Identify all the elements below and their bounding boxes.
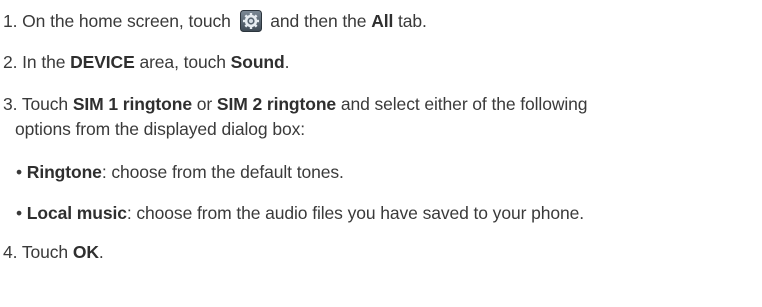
device-area-label: DEVICE <box>70 52 135 72</box>
settings-icon <box>239 10 262 32</box>
ok-button-label: OK <box>72 242 99 262</box>
step-2-prefix: 2. In the <box>3 52 66 72</box>
step-2: 2. In the DEVICE area, touch Sound. <box>3 51 289 73</box>
step-3-continuation: options from the displayed dialog box: <box>15 118 305 140</box>
local-music-label: Local music <box>26 203 127 223</box>
ringtone-label: Ringtone <box>26 162 102 182</box>
bullet-marker: • <box>16 162 23 182</box>
step-3: 3. Touch SIM 1 ringtone or SIM 2 rington… <box>3 93 588 115</box>
bullet-marker: • <box>16 203 23 223</box>
step-1-prefix: 1. On the home screen, touch <box>3 11 231 31</box>
sim2-ringtone-label: SIM 2 ringtone <box>216 94 337 114</box>
bullet-local-music: • Local music: choose from the audio fil… <box>16 202 584 224</box>
step-4: 4. Touch OK. <box>3 241 104 263</box>
step-3-continuation-text: options from the displayed dialog box: <box>15 119 305 139</box>
step-3-prefix: 3. Touch <box>3 94 69 114</box>
step-1: 1. On the home screen, touch and then th… <box>3 10 427 32</box>
instruction-document: 1. On the home screen, touch and then th… <box>0 0 762 307</box>
sim1-ringtone-label: SIM 1 ringtone <box>72 94 192 114</box>
local-music-description: : choose from the audio files you have s… <box>126 203 585 223</box>
bullet-ringtone: • Ringtone: choose from the default tone… <box>16 161 344 183</box>
step-1-middle: and then the <box>270 11 367 31</box>
step-4-prefix: 4. Touch <box>3 242 69 262</box>
step-3-suffix: and select either of the following <box>340 94 588 114</box>
step-2-suffix: . <box>284 52 290 72</box>
sound-label: Sound <box>230 52 285 72</box>
step-1-suffix: tab. <box>398 11 427 31</box>
step-2-middle: area, touch <box>139 52 226 72</box>
ringtone-description: : choose from the default tones. <box>101 162 344 182</box>
step-4-suffix: . <box>98 242 104 262</box>
all-tab-label: All <box>371 11 394 31</box>
step-3-or: or <box>196 94 213 114</box>
